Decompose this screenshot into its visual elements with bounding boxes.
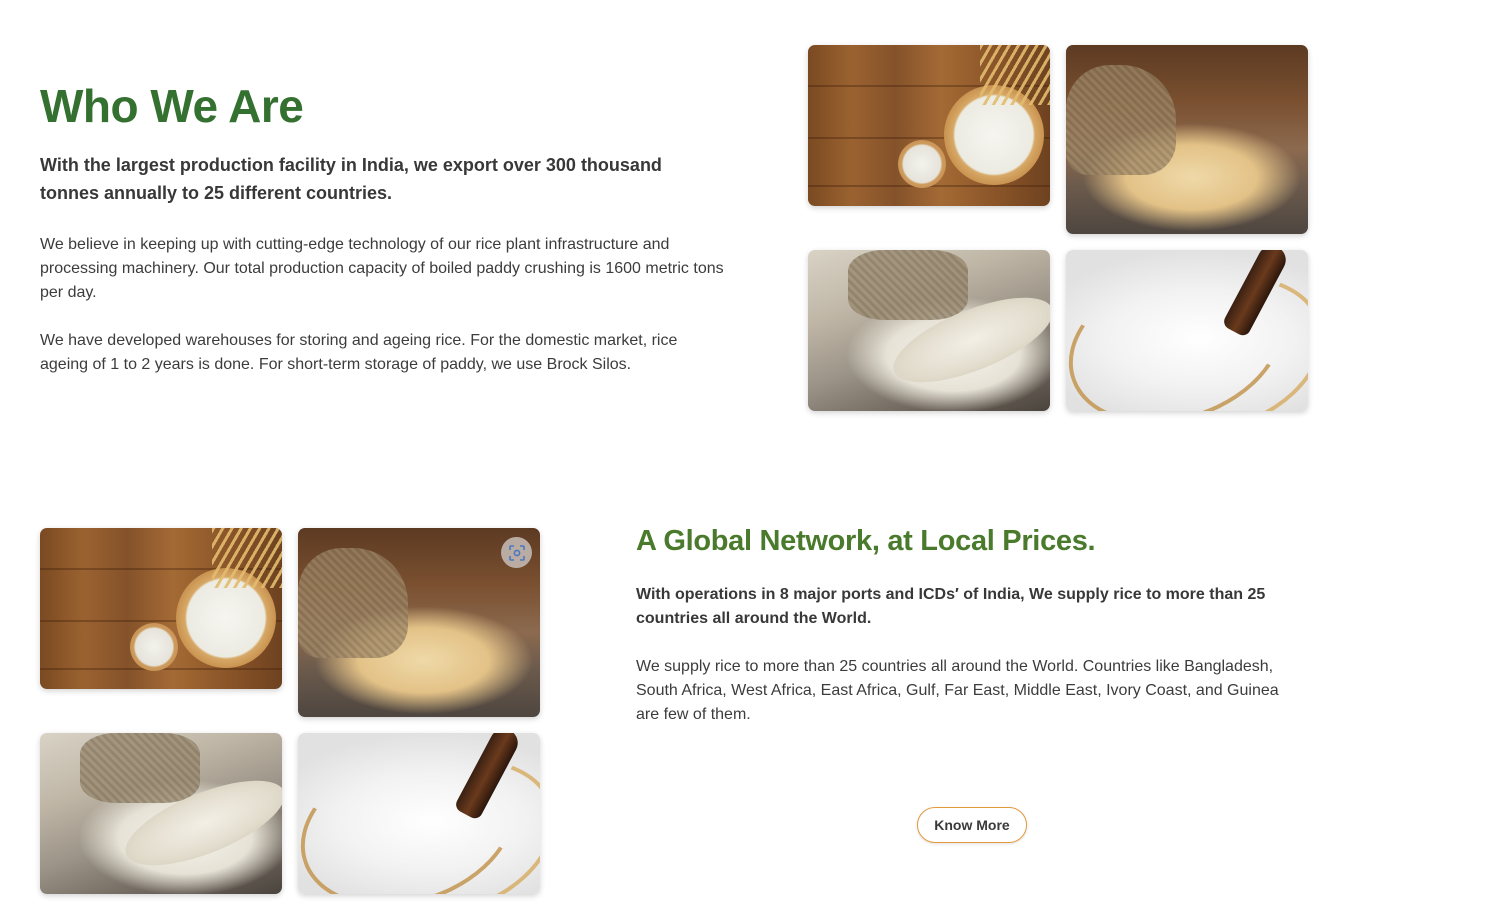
rice-sack-spoon-image xyxy=(808,250,1050,411)
visual-search-icon[interactable] xyxy=(501,537,532,568)
know-more-button[interactable]: Know More xyxy=(917,807,1027,843)
who-we-are-paragraph-1: We believe in keeping up with cutting-ed… xyxy=(40,236,724,301)
rice-bowl-image xyxy=(808,45,1050,206)
who-we-are-title: Who We Are xyxy=(40,80,304,132)
rice-flour-image xyxy=(298,733,540,894)
rice-flour-image xyxy=(1066,250,1308,411)
brown-rice-pile-image xyxy=(298,528,540,717)
brown-rice-pile-image xyxy=(1066,45,1308,234)
rice-bowl-image xyxy=(40,528,282,689)
global-network-title: A Global Network, at Local Prices. xyxy=(636,525,1096,557)
rice-sack-spoon-image xyxy=(40,733,282,894)
global-network-section: A Global Network, at Local Prices. With … xyxy=(636,521,1296,727)
who-we-are-paragraph-2: We have developed warehouses for storing… xyxy=(40,332,678,373)
who-we-are-section: Who We Are With the largest production f… xyxy=(40,78,730,377)
global-network-lead: With operations in 8 major ports and ICD… xyxy=(636,586,1266,627)
who-we-are-lead: With the largest production facility in … xyxy=(40,155,662,203)
global-network-paragraph: We supply rice to more than 25 countries… xyxy=(636,658,1279,723)
